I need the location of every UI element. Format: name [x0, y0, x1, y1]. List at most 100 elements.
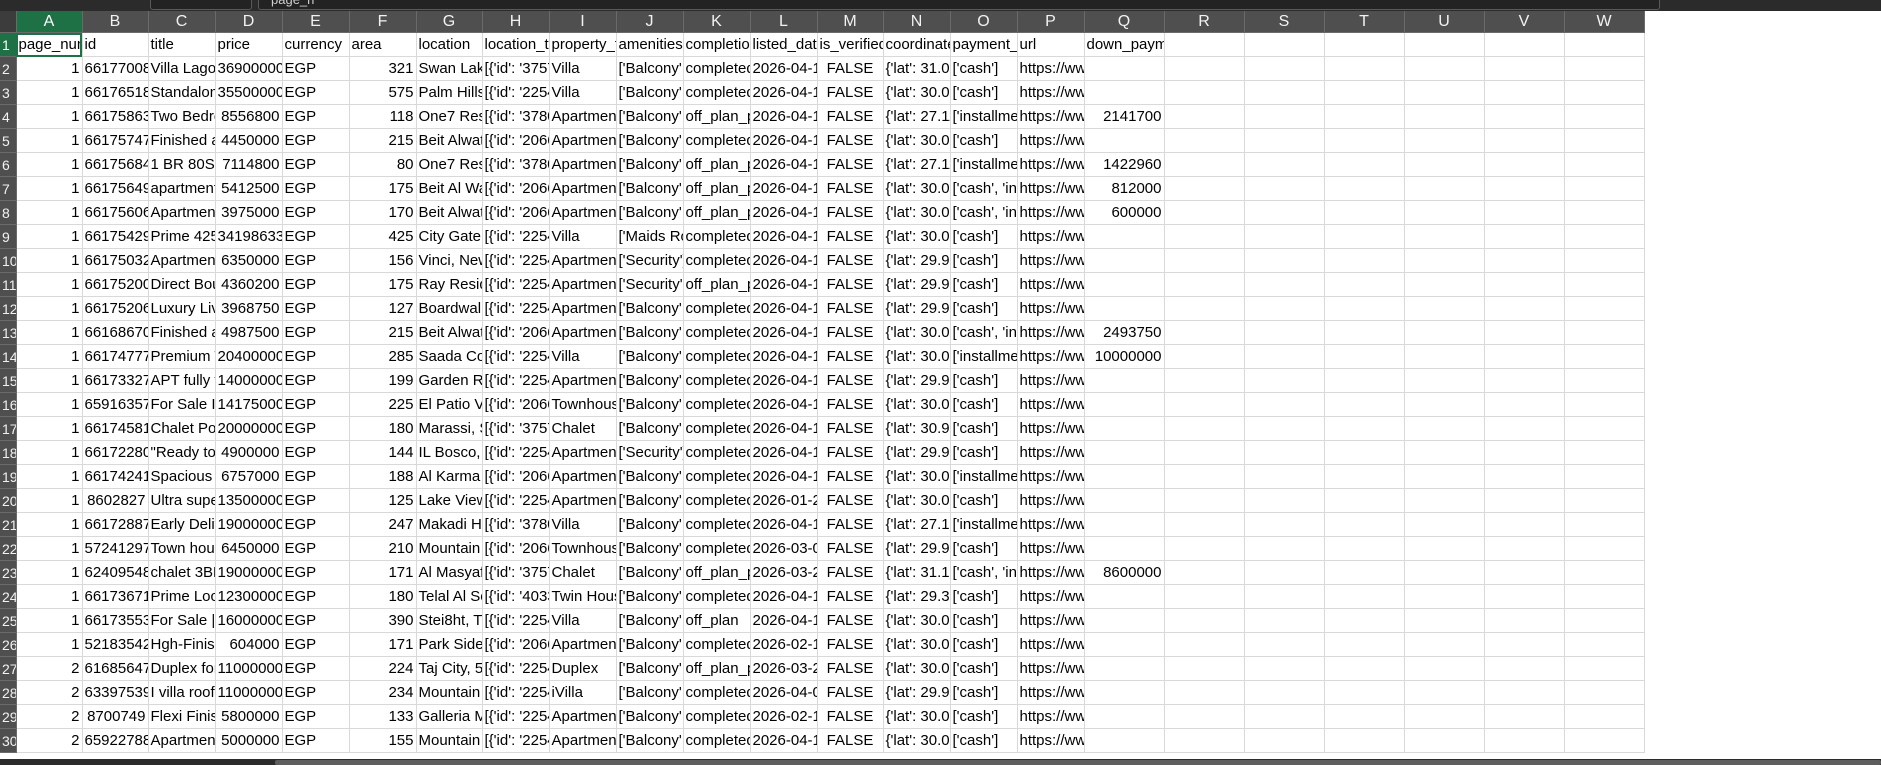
- cell-j29[interactable]: ['Balcony',: [616, 704, 684, 729]
- row-header[interactable]: 19: [0, 464, 17, 489]
- cell-i1[interactable]: property_ty: [549, 32, 617, 57]
- cell-c6[interactable]: 1 BR 80SQ: [148, 152, 216, 177]
- cell-k26[interactable]: completed: [683, 632, 751, 657]
- cell-q20[interactable]: [1084, 488, 1165, 513]
- column-header-k[interactable]: K: [683, 11, 751, 33]
- cell-p18[interactable]: https://www.propertyfinder.eg/en/plp/buy…: [1017, 440, 1085, 465]
- cell-g9[interactable]: City Gate, !: [416, 224, 483, 249]
- cell-k28[interactable]: completed: [683, 680, 751, 705]
- cell-f23[interactable]: 171: [349, 560, 417, 585]
- cell-r24[interactable]: [1164, 584, 1245, 609]
- cell-c30[interactable]: Apartment: [148, 728, 216, 753]
- cell-j19[interactable]: ['Balcony',: [616, 464, 684, 489]
- cell-g3[interactable]: Palm Hills: [416, 80, 483, 105]
- cell-q10[interactable]: [1084, 248, 1165, 273]
- cell-w28[interactable]: [1564, 680, 1645, 705]
- cell-e19[interactable]: EGP: [282, 464, 350, 489]
- cell-h14[interactable]: [{'id': '2254: [482, 344, 550, 369]
- cell-r17[interactable]: [1164, 416, 1245, 441]
- cell-r7[interactable]: [1164, 176, 1245, 201]
- cell-b3[interactable]: 66176518: [82, 80, 149, 105]
- cell-d8[interactable]: 3975000: [215, 200, 283, 225]
- cell-d26[interactable]: 604000: [215, 632, 283, 657]
- cell-d20[interactable]: 13500000: [215, 488, 283, 513]
- cell-j16[interactable]: ['Balcony',: [616, 392, 684, 417]
- row-header[interactable]: 15: [0, 368, 17, 393]
- cell-a9[interactable]: 1: [16, 224, 83, 249]
- cell-f24[interactable]: 180: [349, 584, 417, 609]
- cell-r26[interactable]: [1164, 632, 1245, 657]
- cell-m14[interactable]: FALSE: [817, 344, 884, 369]
- cell-o28[interactable]: ['cash']: [950, 680, 1018, 705]
- cell-k5[interactable]: completed: [683, 128, 751, 153]
- cell-s11[interactable]: [1244, 272, 1325, 297]
- cell-u5[interactable]: [1404, 128, 1485, 153]
- cell-s5[interactable]: [1244, 128, 1325, 153]
- cell-c1[interactable]: title: [148, 32, 216, 57]
- cell-h25[interactable]: [{'id': '2254: [482, 608, 550, 633]
- cell-r12[interactable]: [1164, 296, 1245, 321]
- cell-e15[interactable]: EGP: [282, 368, 350, 393]
- cell-h29[interactable]: [{'id': '2254: [482, 704, 550, 729]
- cell-l12[interactable]: 2026-04-1: [750, 296, 818, 321]
- cell-k18[interactable]: completed: [683, 440, 751, 465]
- cell-t19[interactable]: [1324, 464, 1405, 489]
- cell-n8[interactable]: {'lat': 30.01: [883, 200, 951, 225]
- cell-o12[interactable]: ['cash']: [950, 296, 1018, 321]
- cell-u17[interactable]: [1404, 416, 1485, 441]
- cell-f5[interactable]: 215: [349, 128, 417, 153]
- cell-w1[interactable]: [1564, 32, 1645, 57]
- cell-i20[interactable]: Apartment: [549, 488, 617, 513]
- cell-l5[interactable]: 2026-04-1: [750, 128, 818, 153]
- cell-g21[interactable]: Makadi He: [416, 512, 483, 537]
- row-header[interactable]: 10: [0, 248, 17, 273]
- cell-g25[interactable]: Stei8ht, Th: [416, 608, 483, 633]
- cell-s3[interactable]: [1244, 80, 1325, 105]
- column-header-n[interactable]: N: [883, 11, 951, 33]
- cell-w18[interactable]: [1564, 440, 1645, 465]
- cell-v7[interactable]: [1484, 176, 1565, 201]
- cell-i21[interactable]: Villa: [549, 512, 617, 537]
- cell-r27[interactable]: [1164, 656, 1245, 681]
- column-header-e[interactable]: E: [282, 11, 350, 33]
- cell-d1[interactable]: price: [215, 32, 283, 57]
- cell-r11[interactable]: [1164, 272, 1245, 297]
- cell-f18[interactable]: 144: [349, 440, 417, 465]
- cell-d2[interactable]: 36900000: [215, 56, 283, 81]
- cell-n13[interactable]: {'lat': 30.01: [883, 320, 951, 345]
- cell-u27[interactable]: [1404, 656, 1485, 681]
- cell-k30[interactable]: completed: [683, 728, 751, 753]
- cell-a12[interactable]: 1: [16, 296, 83, 321]
- row-header[interactable]: 22: [0, 536, 17, 561]
- cell-h22[interactable]: [{'id': '2066: [482, 536, 550, 561]
- cell-n29[interactable]: {'lat': 30.01: [883, 704, 951, 729]
- cell-q4[interactable]: 2141700: [1084, 104, 1165, 129]
- cell-p4[interactable]: https://ww: [1017, 104, 1085, 129]
- cell-v21[interactable]: [1484, 512, 1565, 537]
- row-header[interactable]: 21: [0, 512, 17, 537]
- cell-q12[interactable]: [1084, 296, 1165, 321]
- cell-a10[interactable]: 1: [16, 248, 83, 273]
- cell-s27[interactable]: [1244, 656, 1325, 681]
- cell-c26[interactable]: Hgh-Finish: [148, 632, 216, 657]
- cell-u8[interactable]: [1404, 200, 1485, 225]
- cell-a23[interactable]: 1: [16, 560, 83, 585]
- cell-i9[interactable]: Villa: [549, 224, 617, 249]
- cell-b25[interactable]: 66173553: [82, 608, 149, 633]
- column-header-l[interactable]: L: [750, 11, 818, 33]
- cell-v28[interactable]: [1484, 680, 1565, 705]
- cell-c20[interactable]: Ultra supe: [148, 488, 216, 513]
- row-header[interactable]: 13: [0, 320, 17, 345]
- cell-k7[interactable]: off_plan_pi: [683, 176, 751, 201]
- cell-m15[interactable]: FALSE: [817, 368, 884, 393]
- cell-v4[interactable]: [1484, 104, 1565, 129]
- cell-s15[interactable]: [1244, 368, 1325, 393]
- cell-s12[interactable]: [1244, 296, 1325, 321]
- cell-w13[interactable]: [1564, 320, 1645, 345]
- cell-w5[interactable]: [1564, 128, 1645, 153]
- cell-w30[interactable]: [1564, 728, 1645, 753]
- cell-f19[interactable]: 188: [349, 464, 417, 489]
- cell-c10[interactable]: Apartment: [148, 248, 216, 273]
- cell-h24[interactable]: [{'id': '4033: [482, 584, 550, 609]
- cell-u18[interactable]: [1404, 440, 1485, 465]
